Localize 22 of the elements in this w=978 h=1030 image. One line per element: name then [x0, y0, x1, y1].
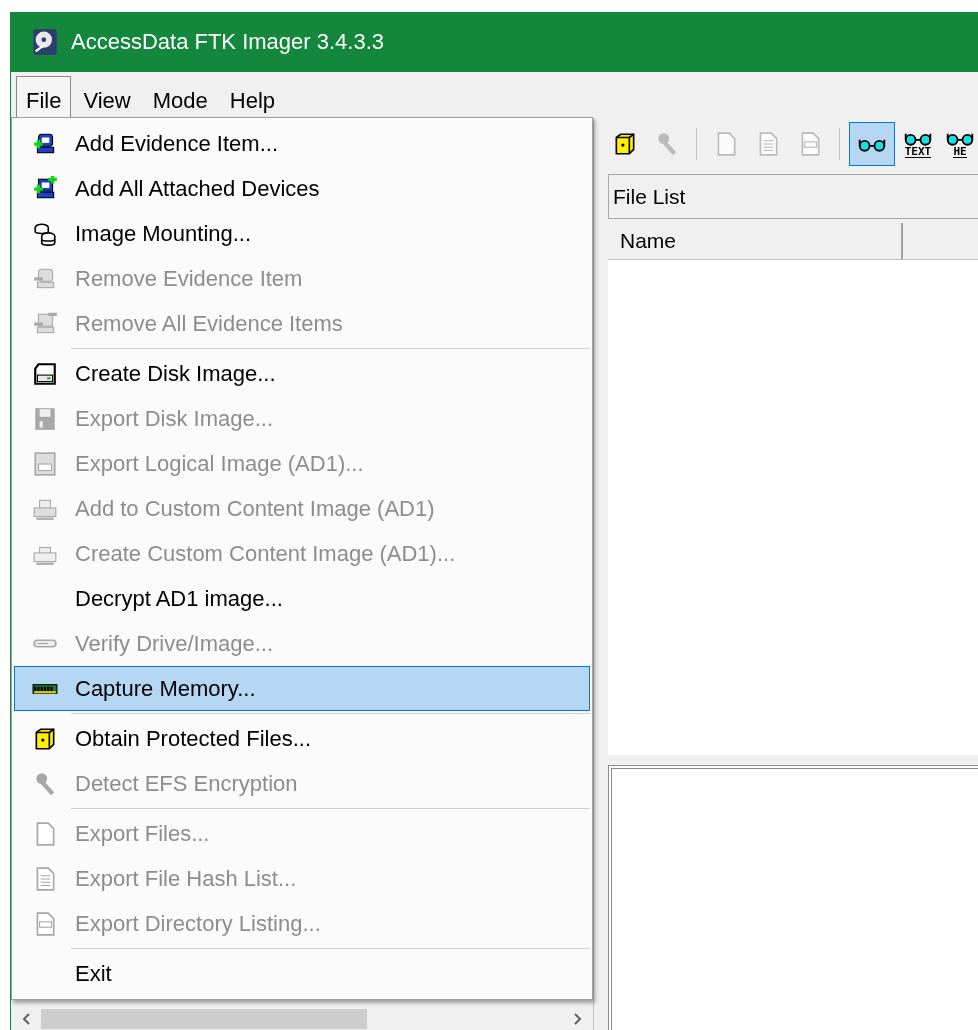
menu-item[interactable]: File — [16, 76, 72, 118]
disk-stack-icon — [32, 220, 58, 247]
flat-drive-icon — [33, 639, 57, 648]
menu-item[interactable]: View — [73, 76, 141, 118]
menu-item[interactable]: Mode — [142, 76, 218, 118]
drive-icon — [32, 360, 58, 387]
hard-drive-icon — [31, 28, 59, 56]
panel-title: File List — [608, 174, 978, 219]
menu-entry[interactable]: Capture Memory... — [14, 666, 590, 711]
menu-entry[interactable]: Decrypt AD1 image... — [14, 576, 590, 621]
toolbar-button[interactable]: TEXT — [899, 122, 937, 166]
menu-entry[interactable]: Add All Attached Devices — [14, 166, 590, 211]
menu-entry[interactable]: Add Evidence Item... — [14, 121, 590, 166]
menu-entry[interactable]: Image Mounting... — [14, 211, 590, 256]
toolbar-button[interactable] — [849, 122, 895, 166]
toolbar-button[interactable]: HE — [941, 122, 978, 166]
menu-entry[interactable]: Exit — [14, 951, 590, 996]
menu-entry[interactable]: Create Disk Image... — [14, 351, 590, 396]
window-title: AccessData FTK Imager 3.4.3.3 — [71, 29, 385, 55]
menu-entry[interactable]: Obtain Protected Files... — [14, 716, 590, 761]
drive-icon — [32, 450, 58, 477]
menu-item[interactable]: Help — [219, 76, 286, 118]
